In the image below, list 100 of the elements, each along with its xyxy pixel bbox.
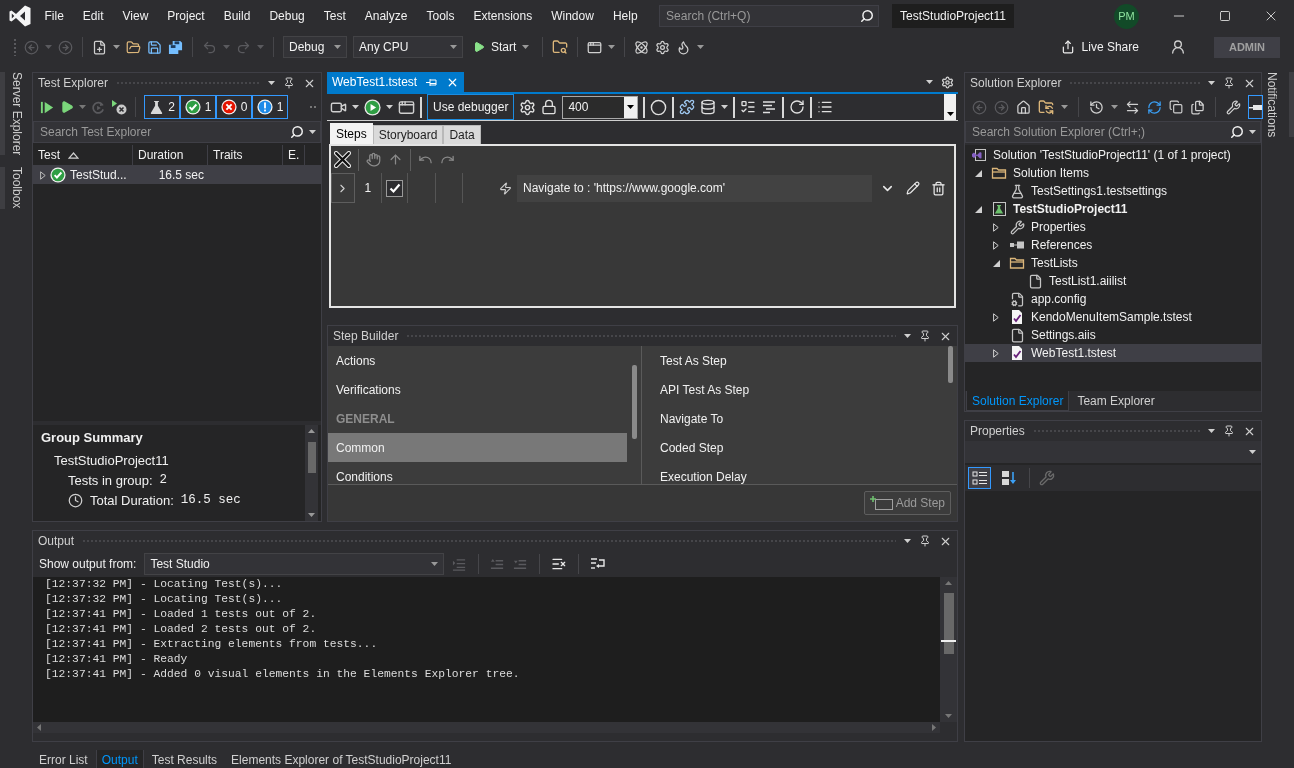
menu-item[interactable]: Build	[214, 0, 260, 32]
tree-item[interactable]: app.config	[965, 290, 1261, 308]
pin-icon[interactable]	[919, 330, 931, 342]
menu-item[interactable]: File	[35, 0, 74, 32]
maximize-icon[interactable]	[1219, 10, 1231, 22]
side-tab[interactable]: Toolbox	[0, 167, 24, 209]
delay-dropdown[interactable]: 400	[562, 95, 639, 119]
trash-icon[interactable]	[931, 180, 946, 196]
database-icon[interactable]	[700, 99, 717, 115]
overflow-icon[interactable]	[310, 105, 316, 109]
menu-item[interactable]: Window	[541, 0, 604, 32]
corner-triangle-icon[interactable]	[974, 205, 982, 213]
folder-sync-icon[interactable]	[1038, 99, 1054, 115]
files-icon[interactable]	[1190, 99, 1205, 115]
tree-item[interactable]: TestList1.aiilist	[965, 272, 1261, 290]
menu-item[interactable]: Help	[603, 0, 648, 32]
pin-icon[interactable]	[1223, 425, 1235, 437]
window-icon[interactable]	[398, 98, 415, 116]
menu-item[interactable]: Debug	[259, 0, 315, 32]
dropdown-icon[interactable]	[1208, 81, 1215, 85]
step-type-item[interactable]: Execution Delay	[660, 462, 943, 484]
menu-item[interactable]: Test	[314, 0, 356, 32]
column-header[interactable]: E.	[283, 145, 305, 165]
scroll-thumb[interactable]	[947, 346, 953, 383]
dropdown-icon[interactable]	[1208, 429, 1215, 433]
list-x-icon[interactable]	[551, 556, 568, 572]
triangle-right-icon[interactable]	[993, 348, 999, 358]
panel-tab[interactable]: Elements Explorer of TestStudioProject11	[225, 750, 458, 768]
new-file-icon[interactable]	[92, 39, 107, 55]
scroll-up-icon[interactable]	[308, 429, 315, 433]
search-icon[interactable]	[1230, 125, 1244, 139]
toggle-button[interactable]	[1248, 95, 1263, 119]
dropdown-icon[interactable]	[268, 81, 275, 85]
tree-item[interactable]: References	[965, 236, 1261, 254]
view-tab[interactable]: Storyboard	[372, 125, 444, 144]
pin-icon[interactable]	[1223, 77, 1235, 89]
document-tab[interactable]: WebTest1.tstest	[327, 72, 465, 92]
gear-icon[interactable]	[655, 39, 671, 55]
filter-button[interactable]: 1	[252, 95, 288, 119]
checklist-icon[interactable]	[740, 99, 757, 115]
corner-triangle-icon[interactable]	[992, 259, 1000, 267]
menu-item[interactable]: View	[113, 0, 158, 32]
tree-item[interactable]: TestSettings1.testsettings	[965, 182, 1261, 200]
configuration-dropdown[interactable]: Debug	[283, 36, 347, 58]
account-badge[interactable]: ADMIN	[1213, 36, 1280, 58]
panel-tab[interactable]: Solution Explorer	[966, 391, 1070, 411]
play-icon[interactable]	[60, 100, 74, 114]
source-dropdown[interactable]: Test Studio	[144, 553, 445, 575]
tree-item[interactable]: KendoMenuItemSample.tstest	[965, 308, 1261, 326]
folder-search-icon[interactable]	[552, 39, 569, 55]
triangle-right-icon[interactable]	[993, 222, 999, 232]
scroll-up-icon[interactable]	[945, 581, 952, 585]
search-field[interactable]: Search (Ctrl+Q)	[659, 5, 880, 27]
copy-icon[interactable]	[1169, 100, 1183, 114]
search-icon[interactable]	[860, 9, 875, 23]
view-tab[interactable]: Data	[443, 125, 481, 144]
circle-icon[interactable]	[650, 98, 668, 116]
start-button[interactable]: Start	[469, 36, 534, 58]
step-description[interactable]: Navigate to : 'https://www.google.com'	[517, 174, 872, 202]
list-icon[interactable]	[817, 99, 834, 115]
history-icon[interactable]	[1089, 99, 1104, 115]
caret-icon[interactable]	[309, 130, 316, 134]
scrollbar[interactable]	[305, 425, 318, 521]
panel-tab[interactable]: Error List	[33, 750, 94, 768]
hand-icon[interactable]	[366, 152, 381, 167]
scrollbar[interactable]	[940, 577, 957, 722]
overflow-button[interactable]	[944, 94, 956, 120]
puzzle-icon[interactable]	[679, 99, 696, 115]
tree-item[interactable]: Properties	[965, 218, 1261, 236]
caret-icon[interactable]	[352, 105, 359, 109]
open-folder-icon[interactable]	[126, 39, 141, 55]
caret-icon[interactable]	[627, 105, 635, 109]
gear-icon[interactable]	[519, 98, 537, 116]
column-header[interactable]: Duration	[133, 145, 208, 165]
panel-tab[interactable]: Test Results	[145, 750, 224, 768]
tree-item[interactable]: TestStudioProject11	[965, 200, 1261, 218]
view-button[interactable]	[968, 467, 991, 489]
caret-icon[interactable]	[1249, 450, 1256, 454]
tree-item[interactable]: TestLists	[965, 254, 1261, 272]
caret-icon[interactable]	[946, 112, 954, 116]
caret-icon[interactable]	[1249, 130, 1256, 134]
triangle-right-icon[interactable]	[993, 240, 999, 250]
tree-item[interactable]: Settings.aiis	[965, 326, 1261, 344]
rotate-icon[interactable]	[789, 99, 806, 115]
dropdown-icon[interactable]	[926, 80, 933, 84]
platform-dropdown[interactable]: Any CPU	[353, 36, 463, 58]
triangle-right-icon[interactable]	[40, 170, 46, 180]
dropdown-icon[interactable]	[904, 539, 911, 543]
scroll-thumb[interactable]	[631, 365, 637, 439]
debugger-button[interactable]: Use debugger	[427, 94, 515, 120]
menu-item[interactable]: Tools	[416, 0, 464, 32]
home-icon[interactable]	[1016, 99, 1031, 115]
lines-icon[interactable]	[761, 99, 778, 115]
horizontal-scrollbar[interactable]	[33, 722, 940, 733]
output-text-area[interactable]	[33, 577, 940, 722]
side-tab[interactable]: Notifications	[1266, 72, 1294, 138]
filter-button[interactable]: 1	[180, 95, 216, 119]
filter-button[interactable]: 0	[216, 95, 252, 119]
step-type-item[interactable]: API Test As Step	[660, 375, 943, 404]
play-x-icon[interactable]	[111, 99, 127, 115]
